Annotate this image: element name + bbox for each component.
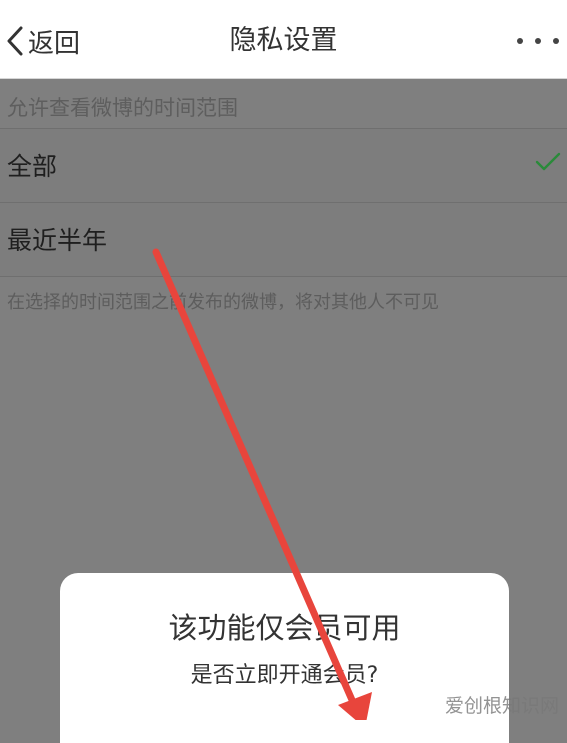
navigation-bar: 返回 隐私设置 <box>0 0 567 78</box>
option-label: 全部 <box>7 152 58 181</box>
more-dots-icon[interactable] <box>517 28 559 54</box>
checkmark-icon <box>535 151 561 177</box>
dialog-message: 是否立即开通会员? <box>190 663 379 688</box>
membership-dialog: 该功能仅会员可用 是否立即开通会员? <box>60 573 509 743</box>
dialog-title: 该功能仅会员可用 <box>168 611 401 645</box>
visibility-hint: 在选择的时间范围之前发布的微博，将对其他人不可见 <box>7 292 439 313</box>
watermark: 爱创根知识网 <box>444 695 559 717</box>
page-title: 隐私设置 <box>229 25 338 56</box>
option-all[interactable]: 全部 <box>0 128 567 203</box>
option-half-year[interactable]: 最近半年 <box>0 202 567 277</box>
option-label: 最近半年 <box>7 226 108 255</box>
section-title: 允许查看微博的时间范围 <box>7 96 238 120</box>
